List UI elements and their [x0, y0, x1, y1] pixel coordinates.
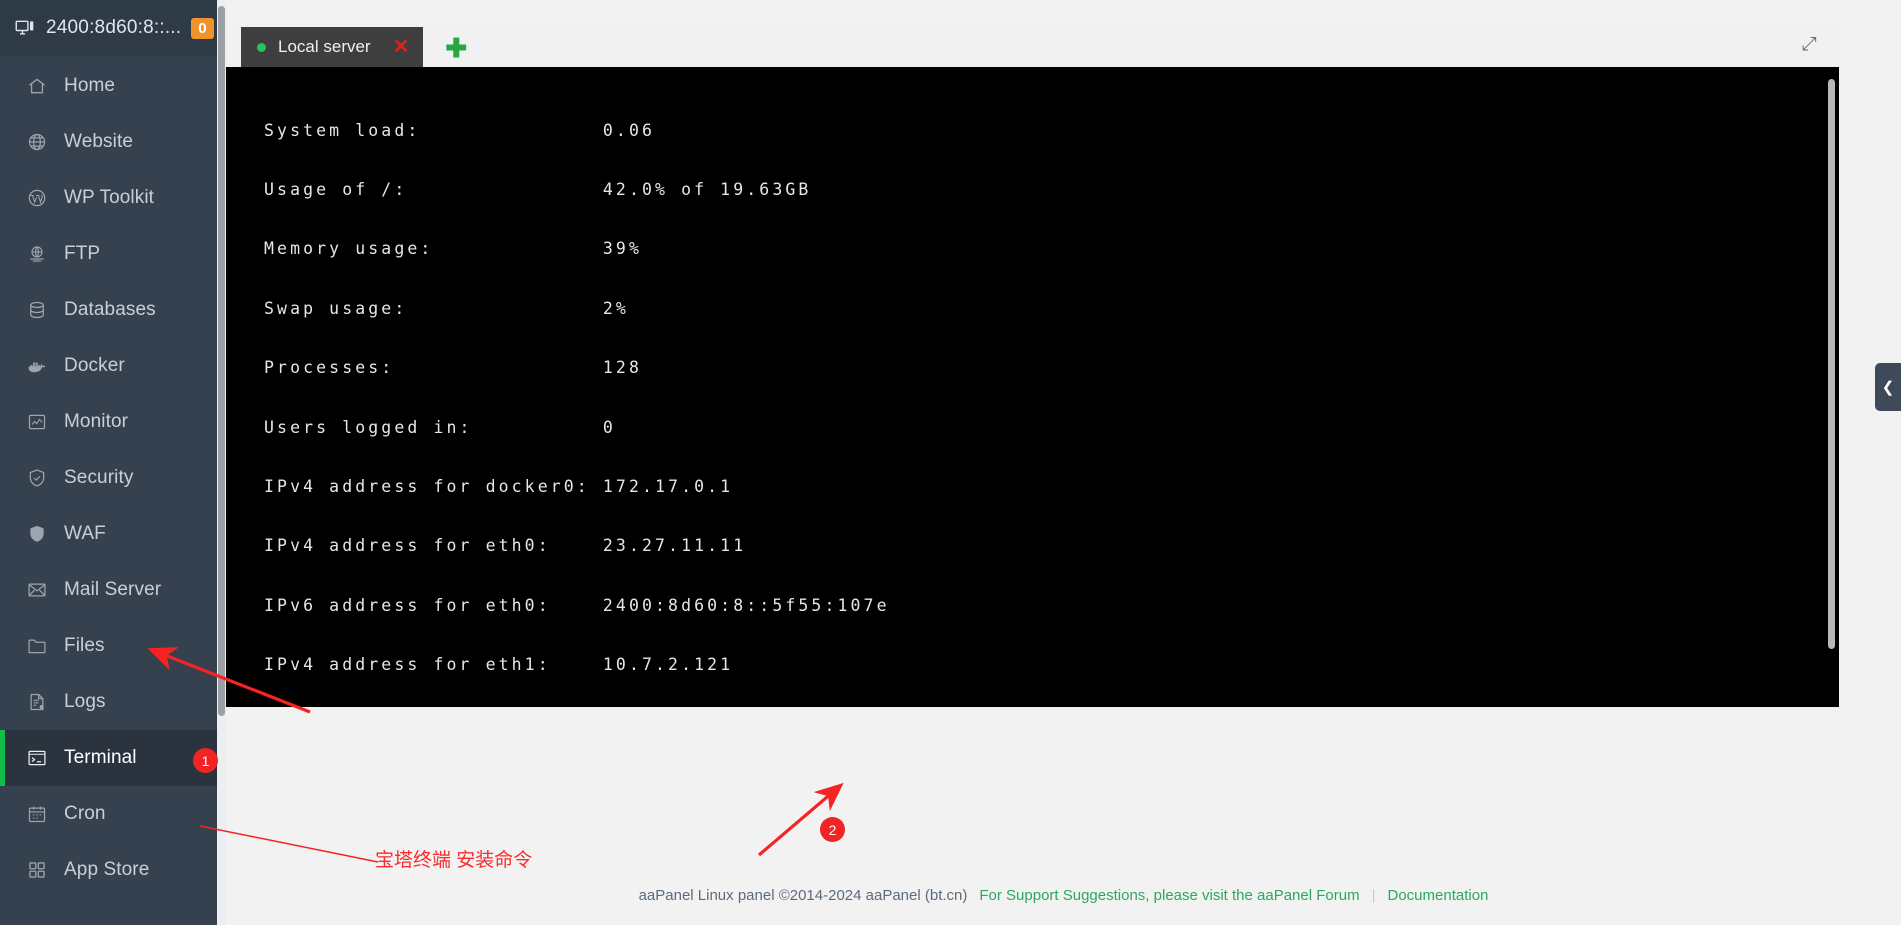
sidebar-item-label: Logs — [64, 691, 106, 712]
terminal-line: System load: 0.06 — [264, 120, 656, 140]
sidebar-item-website[interactable]: Website — [0, 114, 226, 170]
sidebar-item-label: Files — [64, 635, 105, 656]
main-content: Local server ✕ ✚ ⤡ System load: 0.06 Usa… — [226, 0, 1901, 925]
screen: 2400:8d60:8::... 0 Home Website WP Toolk… — [0, 0, 1901, 925]
database-icon — [26, 299, 48, 321]
terminal-lines: System load: 0.06 Usage of /: 42.0% of 1… — [226, 67, 1839, 707]
sidebar-item-docker[interactable]: Docker — [0, 338, 226, 394]
sidebar-host-header[interactable]: 2400:8d60:8::... 0 — [0, 0, 226, 56]
sidebar-item-label: WP Toolkit — [64, 187, 155, 208]
sidebar-item-home[interactable]: Home — [0, 58, 226, 114]
terminal-line: IPv4 address for eth0: 23.27.11.11 — [264, 536, 747, 556]
folder-icon — [26, 635, 48, 657]
sidebar-item-ftp[interactable]: FTP — [0, 226, 226, 282]
terminal-line: Memory usage: 39% — [264, 239, 642, 259]
sidebar-item-files[interactable]: Files — [0, 618, 226, 674]
sidebar-item-label: Monitor — [64, 411, 129, 432]
footer-copyright: aaPanel Linux panel ©2014-2024 aaPanel (… — [638, 886, 968, 904]
add-tab-icon[interactable]: ✚ — [445, 35, 467, 61]
terminal-line: Usage of /: 42.0% of 19.63GB — [264, 179, 812, 199]
terminal-line: Swap usage: 2% — [264, 298, 629, 318]
terminal-tab-local-server[interactable]: Local server ✕ — [241, 27, 424, 67]
sidebar-host-label: 2400:8d60:8::... — [46, 17, 182, 38]
envelope-icon — [26, 579, 48, 601]
ftp-icon — [26, 243, 48, 265]
logs-icon — [26, 691, 48, 713]
monitor-chart-icon — [26, 411, 48, 433]
docker-icon — [26, 355, 48, 377]
terminal-panel: Local server ✕ ✚ ⤡ System load: 0.06 Usa… — [226, 20, 1839, 707]
sidebar-item-label: Databases — [64, 299, 156, 320]
sidebar-item-label: Cron — [64, 803, 106, 824]
panel-collapse-handle[interactable]: ❮ — [1875, 363, 1901, 411]
footer-separator: | — [1371, 886, 1376, 904]
terminal-scrollbar-thumb[interactable] — [1828, 79, 1835, 649]
sidebar-item-label: App Store — [64, 859, 150, 880]
sidebar-item-terminal[interactable]: Terminal — [0, 730, 226, 786]
sidebar-item-mail-server[interactable]: Mail Server — [0, 562, 226, 618]
terminal-line: Processes: 128 — [264, 358, 642, 378]
sidebar-item-databases[interactable]: Databases — [0, 282, 226, 338]
home-icon — [26, 75, 48, 97]
sidebar-scrollbar-track[interactable] — [217, 0, 226, 925]
sidebar-item-label: Terminal — [64, 747, 137, 768]
sidebar-item-app-store[interactable]: App Store — [0, 842, 226, 898]
sidebar-item-label: Home — [64, 75, 116, 96]
sidebar-item-label: Docker — [64, 355, 125, 376]
sidebar-item-label: Website — [64, 131, 133, 152]
globe-icon — [26, 131, 48, 153]
footer: aaPanel Linux panel ©2014-2024 aaPanel (… — [226, 865, 1901, 925]
terminal-line: IPv6 address for eth0: 2400:8d60:8::5f55… — [264, 595, 890, 615]
shield-icon — [26, 523, 48, 545]
expand-icon[interactable]: ⤡ — [1802, 34, 1817, 56]
sidebar: 2400:8d60:8::... 0 Home Website WP Toolk… — [0, 0, 226, 925]
sidebar-item-label: FTP — [64, 243, 101, 264]
wordpress-icon — [26, 187, 48, 209]
sidebar-scrollbar-thumb[interactable] — [218, 6, 225, 716]
calendar-icon — [26, 803, 48, 825]
sidebar-item-label: Security — [64, 467, 134, 488]
sidebar-item-wp-toolkit[interactable]: WP Toolkit — [0, 170, 226, 226]
terminal-line: Users logged in: 0 — [264, 417, 616, 437]
sidebar-item-cron[interactable]: Cron — [0, 786, 226, 842]
status-dot-icon — [257, 42, 266, 52]
close-icon[interactable]: ✕ — [393, 37, 410, 57]
terminal-icon — [26, 747, 48, 769]
terminal-scrollbar-track[interactable] — [1828, 73, 1837, 701]
sidebar-host-badge: 0 — [191, 17, 214, 39]
footer-documentation-link[interactable]: Documentation — [1388, 887, 1489, 904]
terminal-output-area[interactable]: System load: 0.06 Usage of /: 42.0% of 1… — [226, 67, 1839, 707]
sidebar-item-monitor[interactable]: Monitor — [0, 394, 226, 450]
shield-check-icon — [26, 467, 48, 489]
terminal-tab-label: Local server — [278, 37, 371, 56]
monitor-icon — [14, 17, 36, 39]
sidebar-item-label: Mail Server — [64, 579, 162, 600]
sidebar-item-security[interactable]: Security — [0, 450, 226, 506]
grid-icon — [26, 859, 48, 881]
sidebar-nav: Home Website WP Toolkit FTP Databases Do… — [0, 56, 226, 898]
terminal-line: IPv4 address for docker0: 172.17.0.1 — [264, 476, 734, 496]
sidebar-item-logs[interactable]: Logs — [0, 674, 226, 730]
sidebar-item-label: WAF — [64, 523, 106, 544]
sidebar-item-waf[interactable]: WAF — [0, 506, 226, 562]
terminal-line: IPv4 address for eth1: 10.7.2.121 — [264, 655, 734, 675]
terminal-tabbar: Local server ✕ ✚ ⤡ — [226, 20, 1839, 67]
footer-support-link[interactable]: For Support Suggestions, please visit th… — [979, 887, 1359, 904]
